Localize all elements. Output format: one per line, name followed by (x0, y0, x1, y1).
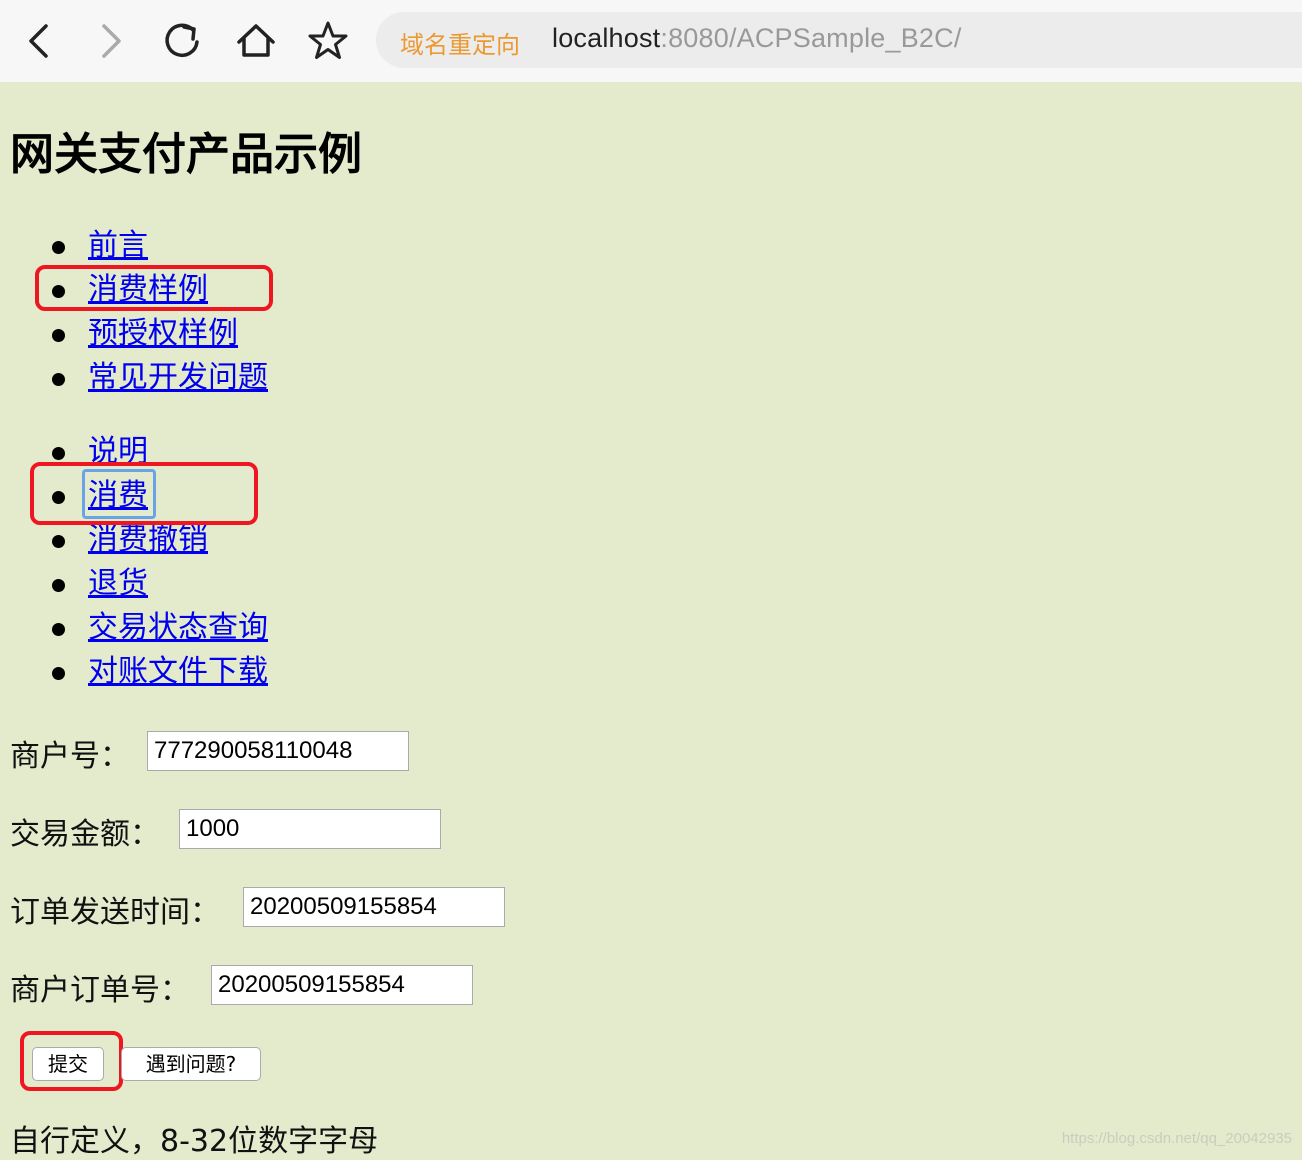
order-time-label: 订单发送时间： (10, 895, 220, 930)
link-refund[interactable]: 退货 (88, 562, 148, 606)
bullet-icon (52, 579, 65, 592)
highlight-box (35, 265, 273, 311)
amount-input[interactable] (179, 809, 441, 849)
forward-icon (102, 24, 121, 58)
order-id-input[interactable] (211, 965, 473, 1005)
watermark: https://blog.csdn.net/qq_20042935 (1061, 1130, 1292, 1147)
bookmark-star-icon (308, 21, 348, 59)
forward-button[interactable] (88, 18, 134, 64)
home-icon (237, 24, 275, 57)
merchant-id-label: 商户号： (10, 739, 130, 774)
submit-button[interactable]: 提交 (32, 1047, 104, 1081)
bullet-icon (52, 623, 65, 636)
order-id-note: 自行定义，8-32位数字字母 (10, 1124, 379, 1159)
bullet-icon (52, 241, 65, 254)
bullet-icon (52, 329, 65, 342)
page-title: 网关支付产品示例 (10, 129, 362, 180)
url-host: localhost (552, 23, 661, 53)
url-path: :8080/ACPSample_B2C/ (660, 23, 962, 53)
reload-button[interactable] (159, 18, 205, 64)
order-time-input[interactable] (243, 887, 505, 927)
link-faq[interactable]: 常见开发问题 (88, 356, 268, 400)
browser-toolbar: 域名重定向 localhost:8080/ACPSample_B2C/ (0, 0, 1302, 82)
bookmark-button[interactable] (305, 18, 351, 64)
highlight-box (30, 462, 258, 525)
home-button[interactable] (233, 18, 279, 64)
order-id-label: 商户订单号： (10, 973, 190, 1008)
help-button[interactable]: 遇到问题? (121, 1047, 261, 1081)
bullet-icon (52, 667, 65, 680)
address-bar[interactable]: 域名重定向 localhost:8080/ACPSample_B2C/ (376, 12, 1302, 68)
link-file-download[interactable]: 对账文件下载 (88, 650, 268, 694)
link-preface[interactable]: 前言 (88, 224, 148, 268)
bullet-icon (52, 373, 65, 386)
back-button[interactable] (16, 18, 62, 64)
amount-label: 交易金额： (10, 817, 160, 852)
link-query[interactable]: 交易状态查询 (88, 606, 268, 650)
redirect-tag: 域名重定向 (400, 31, 520, 59)
link-preauth-sample[interactable]: 预授权样例 (88, 312, 238, 356)
reload-icon (165, 23, 199, 58)
url-text: localhost:8080/ACPSample_B2C/ (552, 23, 962, 54)
back-icon (29, 24, 48, 58)
merchant-id-input[interactable] (147, 731, 409, 771)
bullet-icon (52, 535, 65, 548)
bullet-icon (52, 447, 65, 460)
